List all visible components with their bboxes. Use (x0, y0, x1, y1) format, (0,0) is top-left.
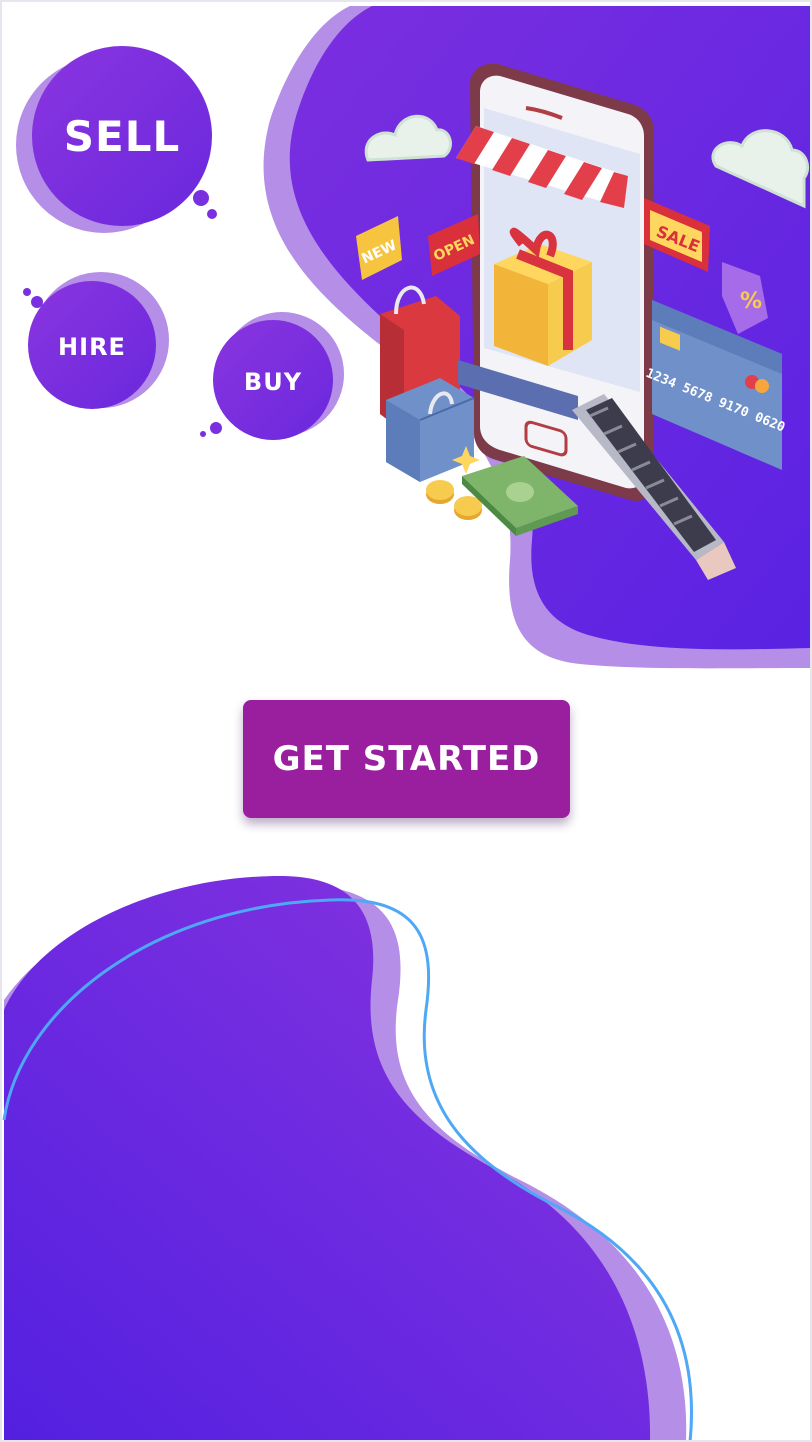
dot (210, 422, 222, 434)
hire-bubble-label[interactable]: HIRE (42, 333, 142, 361)
get-started-button[interactable]: GET STARTED (243, 700, 570, 818)
bottom-blob-shadow (4, 883, 687, 1442)
sell-bubble-label[interactable]: SELL (52, 112, 192, 161)
dot (23, 288, 31, 296)
bottom-blob-outline (2, 898, 693, 1442)
percent-text: % (740, 289, 762, 314)
dot (31, 296, 43, 308)
dot (200, 431, 206, 437)
dot (207, 209, 217, 219)
bottom-blob (4, 876, 651, 1442)
buy-bubble-label[interactable]: BUY (223, 368, 323, 396)
dot (193, 190, 209, 206)
